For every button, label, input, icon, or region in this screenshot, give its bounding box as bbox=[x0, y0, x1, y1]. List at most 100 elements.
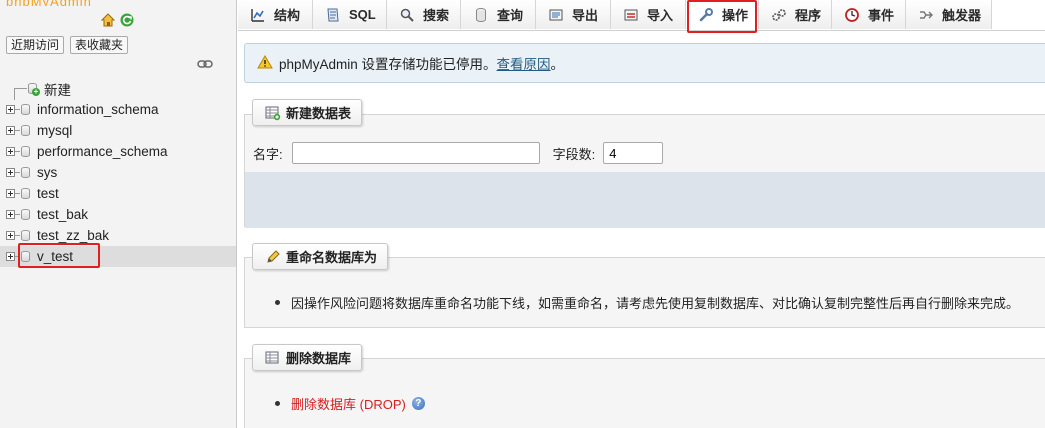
notice-link[interactable]: 查看原因 bbox=[497, 53, 551, 73]
tree-db-label[interactable]: test bbox=[37, 186, 59, 201]
favorites-button[interactable]: 表收藏夹 bbox=[70, 36, 129, 54]
tab-label: 程序 bbox=[795, 8, 822, 23]
table-add-icon bbox=[265, 105, 281, 121]
tab-structure[interactable]: 结构 bbox=[238, 0, 313, 29]
main-content: 结构 SQL 搜索 查询 导出 导入 操作 程序 事件 触发器 phpMyAdm… bbox=[238, 0, 1045, 428]
database-icon bbox=[21, 146, 30, 157]
tree-db-test[interactable]: test bbox=[0, 183, 236, 204]
database-icon bbox=[21, 125, 30, 136]
sql-icon bbox=[325, 7, 341, 23]
tab-export[interactable]: 导出 bbox=[536, 0, 611, 29]
tab-routines[interactable]: 程序 bbox=[759, 0, 832, 29]
tree-db-mysql[interactable]: mysql bbox=[0, 120, 236, 141]
fields-count-input[interactable] bbox=[603, 142, 664, 164]
drop-db-fieldset: 删除数据库 (DROP) ? bbox=[244, 358, 1045, 428]
tab-label: SQL bbox=[349, 7, 376, 22]
expand-icon[interactable] bbox=[6, 105, 15, 114]
database-icon bbox=[21, 209, 30, 220]
name-label: 名字: bbox=[253, 146, 283, 162]
expand-icon[interactable] bbox=[6, 126, 15, 135]
highlight-box bbox=[687, 0, 757, 33]
fields-label: 字段数: bbox=[552, 146, 596, 162]
drop-db-item: 删除数据库 (DROP) ? bbox=[275, 394, 425, 413]
database-icon bbox=[21, 230, 30, 241]
legend-label: 删除数据库 bbox=[286, 351, 352, 366]
database-icon bbox=[21, 167, 30, 178]
notice-trailing: 。 bbox=[550, 57, 565, 72]
link-icon[interactable] bbox=[197, 58, 213, 73]
export-icon bbox=[548, 7, 564, 23]
reload-icon[interactable] bbox=[119, 12, 135, 28]
storage-notice: phpMyAdmin 设置存储功能已停用。 查看原因 。 bbox=[244, 43, 1045, 83]
navigation-panel: phpMyAdmin 近期访问 表收藏夹 + 新建 information_sc… bbox=[0, 0, 237, 428]
tab-triggers[interactable]: 触发器 bbox=[906, 0, 992, 29]
drop-database-link[interactable]: 删除数据库 (DROP) bbox=[291, 394, 406, 413]
logo: phpMyAdmin bbox=[6, 0, 124, 6]
tree-db-label[interactable]: test_zz_bak bbox=[37, 228, 109, 243]
tree-db-label[interactable]: performance_schema bbox=[37, 144, 168, 159]
tree-db-information-schema[interactable]: information_schema bbox=[0, 99, 236, 120]
expand-icon[interactable] bbox=[6, 168, 15, 177]
tab-label: 触发器 bbox=[942, 8, 982, 23]
expand-icon[interactable] bbox=[6, 231, 15, 240]
database-tree: + 新建 information_schema mysql performanc… bbox=[0, 78, 236, 267]
create-table-footer bbox=[245, 172, 1045, 228]
tab-events[interactable]: 事件 bbox=[832, 0, 906, 29]
create-table-legend: 新建数据表 bbox=[252, 99, 363, 126]
tree-new-label: 新建 bbox=[44, 82, 71, 98]
drop-db-legend: 删除数据库 bbox=[252, 344, 363, 371]
expand-icon[interactable] bbox=[6, 210, 15, 219]
tree-branch bbox=[14, 87, 27, 100]
warning-icon bbox=[257, 54, 273, 72]
tab-label: 查询 bbox=[497, 8, 524, 23]
tree-db-label[interactable]: information_schema bbox=[37, 102, 159, 117]
database-icon bbox=[21, 104, 30, 115]
tab-sql[interactable]: SQL bbox=[313, 0, 387, 29]
top-tab-bar: 结构 SQL 搜索 查询 导出 导入 操作 程序 事件 触发器 bbox=[238, 0, 1045, 31]
tab-query[interactable]: 查询 bbox=[461, 0, 536, 29]
table-name-input[interactable] bbox=[291, 142, 540, 164]
query-icon bbox=[473, 7, 489, 23]
legend-label: 重命名数据库为 bbox=[286, 250, 378, 265]
expand-icon[interactable] bbox=[6, 189, 15, 198]
create-table-fieldset: 名字: 字段数: bbox=[244, 114, 1045, 228]
tree-new-database[interactable]: + 新建 bbox=[0, 78, 236, 100]
tab-label: 搜索 bbox=[423, 8, 450, 23]
quick-links: 近期访问 表收藏夹 bbox=[6, 36, 129, 54]
nav-icon-bar bbox=[100, 12, 135, 28]
legend-label: 新建数据表 bbox=[286, 106, 352, 121]
rename-message-text: 因操作风险问题将数据库重命名功能下线，如需重命名，请考虑先使用复制数据库、对比确… bbox=[291, 296, 1020, 311]
tab-search[interactable]: 搜索 bbox=[387, 0, 461, 29]
triggers-icon bbox=[918, 7, 934, 23]
tree-db-label[interactable]: sys bbox=[37, 165, 57, 180]
table-delete-icon bbox=[265, 350, 281, 366]
highlight-box bbox=[18, 243, 100, 268]
tab-label: 结构 bbox=[274, 8, 301, 23]
tab-import[interactable]: 导入 bbox=[611, 0, 686, 29]
rename-message: 因操作风险问题将数据库重命名功能下线，如需重命名，请考虑先使用复制数据库、对比确… bbox=[275, 293, 1019, 312]
tab-label: 导入 bbox=[647, 8, 674, 23]
recent-button[interactable]: 近期访问 bbox=[6, 36, 65, 54]
create-table-form: 名字: 字段数: bbox=[253, 142, 664, 164]
search-icon bbox=[399, 7, 415, 23]
import-icon bbox=[623, 7, 639, 23]
expand-icon[interactable] bbox=[6, 147, 15, 156]
home-icon[interactable] bbox=[100, 12, 116, 28]
database-icon bbox=[21, 188, 30, 199]
tree-db-sys[interactable]: sys bbox=[0, 162, 236, 183]
expand-icon[interactable] bbox=[6, 252, 15, 261]
notice-text: phpMyAdmin 设置存储功能已停用。 bbox=[279, 57, 497, 72]
rename-db-legend: 重命名数据库为 bbox=[252, 243, 389, 270]
routines-icon bbox=[771, 7, 787, 23]
tab-label: 事件 bbox=[868, 8, 895, 23]
pencil-icon bbox=[265, 249, 281, 265]
tab-label: 导出 bbox=[572, 8, 599, 23]
structure-icon bbox=[250, 7, 266, 23]
tree-db-performance-schema[interactable]: performance_schema bbox=[0, 141, 236, 162]
new-database-icon: + bbox=[28, 83, 40, 96]
tree-db-test-bak[interactable]: test_bak bbox=[0, 204, 236, 225]
tree-db-label[interactable]: test_bak bbox=[37, 207, 88, 222]
help-icon[interactable]: ? bbox=[411, 397, 425, 410]
clock-icon bbox=[844, 7, 860, 23]
tree-db-label[interactable]: mysql bbox=[37, 123, 72, 138]
